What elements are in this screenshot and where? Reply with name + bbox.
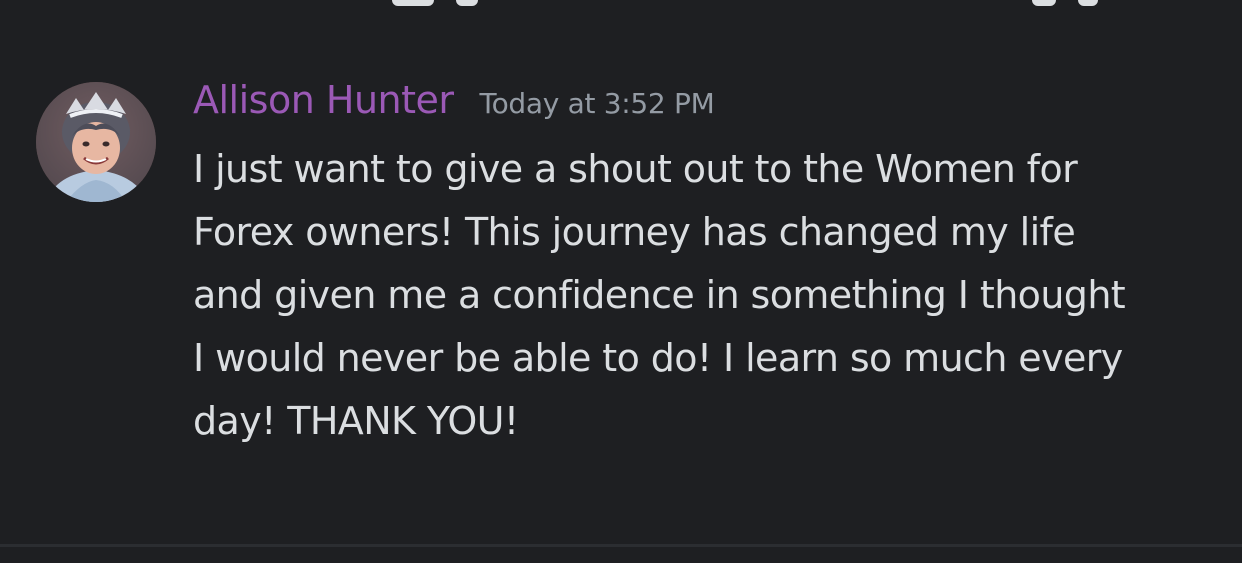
message-content: I just want to give a shout out to the W…: [193, 138, 1203, 453]
message-line: and given me a confidence in something I…: [193, 273, 1126, 317]
author-name[interactable]: Allison Hunter: [193, 78, 454, 122]
previous-message-clipped: [0, 0, 1242, 6]
message-divider: [0, 544, 1242, 547]
chat-message[interactable]: Allison Hunter Today at 3:52 PM I just w…: [0, 60, 1242, 480]
message-line: day! THANK YOU!: [193, 399, 519, 443]
message-header: Allison Hunter Today at 3:52 PM: [193, 78, 715, 134]
message-timestamp[interactable]: Today at 3:52 PM: [480, 87, 715, 120]
message-line: Forex owners! This journey has changed m…: [193, 210, 1076, 254]
avatar[interactable]: [36, 82, 156, 202]
message-line: I just want to give a shout out to the W…: [193, 147, 1078, 191]
avatar-image: [36, 82, 156, 202]
message-line: I would never be able to do! I learn so …: [193, 336, 1123, 380]
